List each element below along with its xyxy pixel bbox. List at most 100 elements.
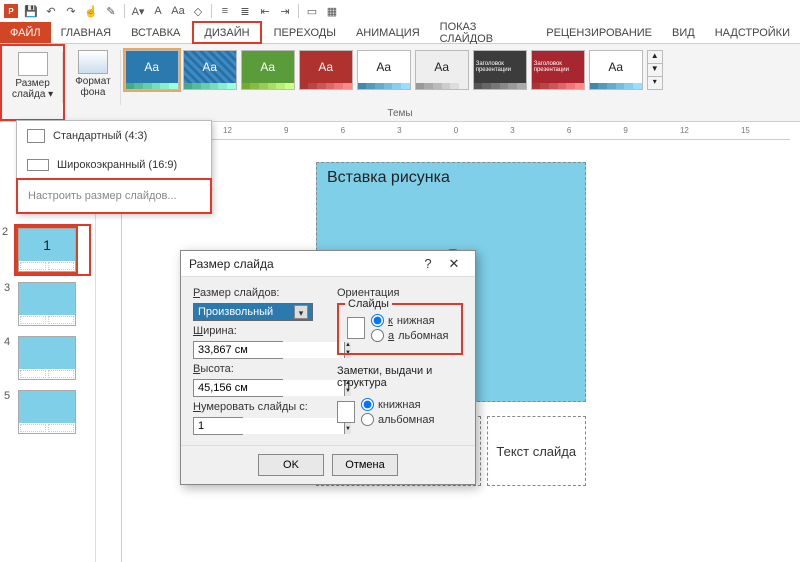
redo-icon[interactable]: ↷ [64, 4, 78, 18]
number-field[interactable] [194, 418, 344, 434]
ratio43-icon [27, 129, 45, 143]
slide-size-icon [18, 52, 48, 76]
thumb-2[interactable]: 2 1 [16, 226, 89, 274]
notes-label: Заметки, выдачи и структура [337, 365, 463, 389]
thumb-4[interactable]: 4 [18, 336, 87, 380]
touch-icon[interactable]: ☝ [84, 4, 98, 18]
tab-animation[interactable]: АНИМАЦИЯ [346, 22, 430, 43]
dialog-footer: OK Отмена [181, 445, 475, 484]
numbering-icon[interactable]: ≣ [238, 4, 252, 18]
close-button[interactable]: ✕ [441, 256, 467, 272]
theme-6[interactable]: Aa [415, 50, 469, 90]
theme-8[interactable]: Заголовок презентации [531, 50, 585, 90]
dd-wide-label: Широкоэкранный (16:9) [57, 159, 177, 171]
format-bg-group: Формат фона [65, 44, 121, 121]
radio-landscape-notes[interactable]: альбомная [361, 413, 434, 426]
save-icon[interactable]: 💾 [24, 4, 38, 18]
slide-size-group: Размер слайда ▾ [0, 44, 65, 121]
dd-custom[interactable]: Настроить размер слайдов... [16, 178, 212, 214]
bullets-icon[interactable]: ≡ [218, 4, 232, 18]
dialog-title: Размер слайда [189, 257, 274, 271]
tab-file[interactable]: ФАЙЛ [0, 22, 51, 43]
width-input[interactable]: ▲▼ [193, 341, 283, 359]
themes-down-icon[interactable]: ▼ [648, 63, 662, 76]
dd-standard[interactable]: Стандартный (4:3) [17, 121, 211, 151]
height-field[interactable] [194, 380, 344, 396]
undo-icon[interactable]: ↶ [44, 4, 58, 18]
dd-wide[interactable]: Широкоэкранный (16:9) [17, 151, 211, 179]
radio-portrait-slides[interactable]: книжная [371, 314, 448, 327]
tab-transitions[interactable]: ПЕРЕХОДЫ [264, 22, 346, 43]
tab-view[interactable]: ВИД [662, 22, 705, 43]
dd-standard-label: Стандартный (4:3) [53, 130, 147, 142]
slide-size-button[interactable]: Размер слайда ▾ [8, 50, 57, 102]
thumb-4-num: 4 [4, 336, 10, 348]
themes-caption: Темы [387, 108, 412, 119]
ribbon: Размер слайда ▾ Формат фона Aa Aa Aa Aa … [0, 44, 800, 122]
align-icon[interactable]: ⇤ [258, 4, 272, 18]
link-icon[interactable]: ⇥ [278, 4, 292, 18]
dialog-titlebar: Размер слайда ? ✕ [181, 251, 475, 277]
theme-7[interactable]: Заголовок презентации [473, 50, 527, 90]
tab-slideshow[interactable]: ПОКАЗ СЛАЙДОВ [430, 22, 537, 43]
themes-more-icon[interactable]: ▾ [648, 76, 662, 89]
pen-icon[interactable]: ✎ [104, 4, 118, 18]
help-button[interactable]: ? [415, 256, 441, 271]
theme-9[interactable]: Aa [589, 50, 643, 90]
thumb-3-num: 3 [4, 282, 10, 294]
cancel-button[interactable]: Отмена [332, 454, 398, 476]
clear-icon[interactable]: ◇ [191, 4, 205, 18]
page-portrait-icon [347, 317, 365, 339]
radio-landscape-slides[interactable]: альбомная [371, 329, 448, 342]
theme-4[interactable]: Aa [299, 50, 353, 90]
text-placeholder[interactable]: Текст слайда [487, 416, 587, 486]
number-input[interactable]: ▲▼ [193, 417, 243, 435]
size-value: Произвольный [198, 306, 273, 318]
ratio169-icon [27, 159, 49, 171]
theme-3[interactable]: Aa [241, 50, 295, 90]
tab-addins[interactable]: НАДСТРОЙКИ [705, 22, 800, 43]
height-label: Высота: [193, 363, 323, 375]
themes-gallery: Aa Aa Aa Aa Aa Aa Заголовок презентации … [121, 44, 800, 121]
slides-legend: Слайды [345, 298, 392, 310]
width-label: Ширина: [193, 325, 323, 337]
tab-home[interactable]: ГЛАВНАЯ [51, 22, 121, 43]
thumb-5[interactable]: 5 [18, 390, 87, 434]
chevron-down-icon[interactable]: ▾ [294, 305, 308, 319]
thumb-2-num: 2 [2, 226, 8, 238]
page-portrait-icon [337, 401, 355, 423]
format-bg-button[interactable]: Формат фона [71, 48, 115, 100]
size-select[interactable]: Произвольный ▾ [193, 303, 313, 321]
height-input[interactable]: ▲▼ [193, 379, 283, 397]
theme-2[interactable]: Aa [183, 50, 237, 90]
dd-custom-label: Настроить размер слайдов... [28, 190, 177, 202]
format-bg-icon [78, 50, 108, 74]
tab-review[interactable]: РЕЦЕНЗИРОВАНИЕ [536, 22, 662, 43]
width-field[interactable] [194, 342, 344, 358]
note-icon[interactable]: ▭ [305, 4, 319, 18]
font-dec-icon[interactable]: A▾ [131, 4, 145, 18]
format-bg-label: Формат фона [75, 76, 111, 98]
slide-size-dropdown: Стандартный (4:3) Широкоэкранный (16:9) … [16, 120, 212, 214]
slide-size-label: Размер слайда ▾ [12, 78, 53, 100]
table-icon[interactable]: ▦ [325, 4, 339, 18]
theme-5[interactable]: Aa [357, 50, 411, 90]
powerpoint-icon: P [4, 4, 18, 18]
theme-1[interactable]: Aa [125, 50, 179, 90]
tab-design[interactable]: ДИЗАЙН [192, 21, 261, 44]
insert-image-placeholder: Вставка рисунка [327, 169, 450, 187]
themes-up-icon[interactable]: ▲ [648, 51, 662, 63]
slides-orientation-group: Слайды книжная альбомная [337, 303, 463, 355]
radio-portrait-notes[interactable]: книжная [361, 398, 434, 411]
number-label: Нумеровать слайды с: [193, 401, 323, 413]
ok-button[interactable]: OK [258, 454, 324, 476]
tab-insert[interactable]: ВСТАВКА [121, 22, 190, 43]
font-icon[interactable]: A [151, 4, 165, 18]
ruler-horizontal: 151296303691215 [122, 122, 790, 140]
case-icon[interactable]: Aa [171, 4, 185, 18]
quick-access-toolbar: P 💾 ↶ ↷ ☝ ✎ A▾ A Aa ◇ ≡ ≣ ⇤ ⇥ ▭ ▦ [0, 0, 800, 22]
ribbon-tabs: ФАЙЛ ГЛАВНАЯ ВСТАВКА ДИЗАЙН ПЕРЕХОДЫ АНИ… [0, 22, 800, 44]
slide-size-dialog: Размер слайда ? ✕ Размер слайдов: Произв… [180, 250, 476, 485]
thumb-5-num: 5 [4, 390, 10, 402]
thumb-3[interactable]: 3 [18, 282, 87, 326]
